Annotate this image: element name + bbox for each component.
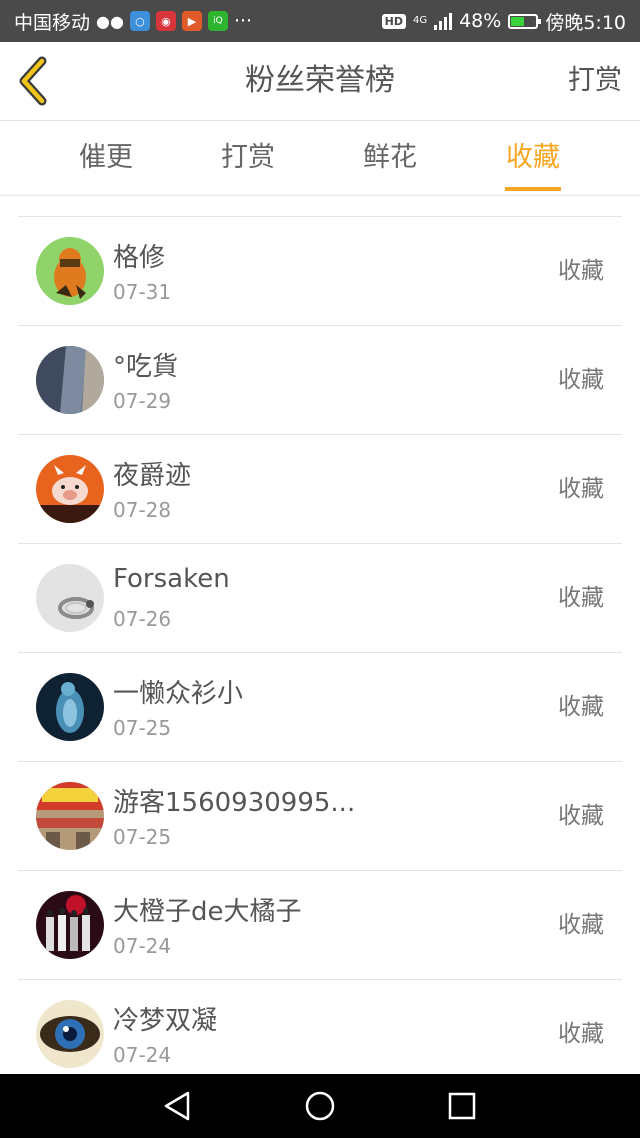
fan-action-label: 收藏 [558,258,604,284]
fan-date: 07-31 [113,280,172,304]
fan-action-label: 收藏 [558,585,604,611]
fan-action-label: 收藏 [558,367,604,393]
avatar [36,455,104,523]
tab-urge[interactable]: 催更 [56,121,156,195]
app-header: 粉丝荣誉榜 打赏 [0,42,640,121]
dinosaur-avatar-icon [36,237,104,305]
fan-action-label: 收藏 [558,1021,604,1047]
battery-icon [508,13,542,29]
dark-hair-avatar-icon [36,346,104,414]
signboard-avatar-icon [36,782,104,850]
battery-percent: 48% [459,10,502,32]
fan-action-label: 收藏 [558,912,604,938]
fan-action-label: 收藏 [558,803,604,829]
tab-label: 鲜花 [363,142,417,173]
list-item[interactable]: °吃貨 07-29 收藏 [18,325,622,434]
group-photo-avatar-icon [36,891,104,959]
eye-avatar-icon [36,1000,104,1068]
tab-reward[interactable]: 打赏 [198,121,298,195]
tab-bar: 催更 打赏 鲜花 收藏 [0,121,640,196]
fan-name: 夜爵迹 [113,461,192,491]
tab-label: 打赏 [221,142,275,173]
network-type: 4G [412,15,428,26]
fan-name: Forsaken [113,564,230,594]
list-item[interactable]: Forsaken 07-26 收藏 [18,543,622,652]
avatar [36,564,104,632]
avatar [36,891,104,959]
status-left: 中国移动 ●● ○ ◉ ▶ iQ ··· [14,0,252,42]
reward-button[interactable]: 打赏 [568,42,622,120]
netease-music-icon: ◉ [155,11,176,31]
more-notifications-icon: ··· [233,10,253,32]
tab-label: 催更 [79,142,133,173]
avatar [36,346,104,414]
fan-name: °吃貨 [113,352,179,382]
home-circle-icon[interactable] [302,1088,338,1124]
video-app-icon: ▶ [181,11,202,31]
active-tab-indicator [505,187,561,191]
back-triangle-icon[interactable] [160,1088,196,1124]
list-item[interactable]: 一懒众衫小 07-25 收藏 [18,652,622,761]
avatar [36,782,104,850]
wechat-icon: ●● [96,11,124,31]
avatar [36,673,104,741]
fan-name: 格修 [113,243,166,273]
fan-date: 07-26 [113,607,172,631]
list-item[interactable]: 冷梦双凝 07-24 收藏 [18,979,622,1088]
tab-flowers[interactable]: 鲜花 [340,121,440,195]
blue-figure-avatar-icon [36,673,104,741]
hd-badge: HD [381,13,406,29]
recents-square-icon[interactable] [444,1088,480,1124]
status-bar: 中国移动 ●● ○ ◉ ▶ iQ ··· HD 4G 48% 傍晚5:10 [0,0,640,42]
avatar [36,1000,104,1068]
pig-avatar-icon [36,455,104,523]
fan-action-label: 收藏 [558,476,604,502]
page-title: 粉丝荣誉榜 [245,63,395,98]
tab-favorites[interactable]: 收藏 [483,121,583,195]
fan-name: 大橙子de大橘子 [113,897,302,927]
app-notification-icon: ○ [129,11,150,31]
list-item[interactable]: 大橙子de大橘子 07-24 收藏 [18,870,622,979]
carrier-label: 中国移动 [14,11,91,34]
system-nav-bar [0,1074,640,1138]
status-right: HD 4G 48% 傍晚5:10 [381,0,626,42]
tab-label: 收藏 [506,142,560,173]
fan-date: 07-25 [113,825,172,849]
fan-name: 冷梦双凝 [113,1006,218,1036]
fan-name: 游客1560930995... [113,788,356,818]
iqiyi-icon: iQ [207,11,228,31]
fan-date: 07-25 [113,716,172,740]
fan-date: 07-28 [113,498,172,522]
avatar [36,237,104,305]
fan-name: 一懒众衫小 [113,679,244,709]
list-item[interactable]: 格修 07-31 收藏 [18,216,622,325]
clock: 傍晚5:10 [545,11,626,34]
fan-date: 07-24 [113,934,172,958]
list-item[interactable]: 夜爵迹 07-28 收藏 [18,434,622,543]
fan-action-label: 收藏 [558,694,604,720]
list-item[interactable]: 游客1560930995... 07-25 收藏 [18,761,622,870]
ring-avatar-icon [36,564,104,632]
fan-date: 07-29 [113,389,172,413]
fan-list: 格修 07-31 收藏 °吃貨 07-29 收藏 夜爵迹 07-28 收藏 Fo… [18,216,622,1088]
signal-icon [434,12,453,30]
fan-date: 07-24 [113,1043,172,1067]
